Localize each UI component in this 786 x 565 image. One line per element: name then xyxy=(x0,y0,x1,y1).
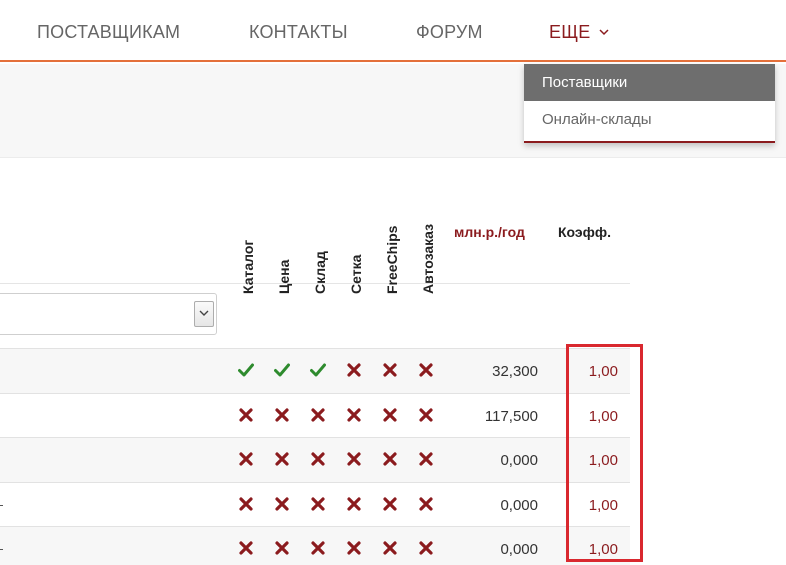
check-icon xyxy=(236,361,256,381)
nav-item-contacts[interactable]: КОНТАКТЫ xyxy=(249,22,348,43)
truncated-text xyxy=(0,549,3,550)
check-icon xyxy=(272,361,292,381)
dropdown-item-online-warehouses[interactable]: Онлайн-склады xyxy=(524,101,775,139)
cross-icon xyxy=(416,539,436,559)
filter-select[interactable] xyxy=(0,293,217,335)
cross-icon xyxy=(272,406,292,426)
nav-more-label: ЕЩЕ xyxy=(549,22,591,42)
volume-value: 0,000 xyxy=(500,496,538,514)
filter-row xyxy=(0,284,630,348)
chevron-down-icon xyxy=(598,25,609,39)
select-toggle-button[interactable] xyxy=(194,301,214,327)
cross-icon xyxy=(308,539,328,559)
check-icon xyxy=(308,361,328,381)
cross-icon xyxy=(308,495,328,515)
table-row[interactable]: 0,000 1,00 xyxy=(0,481,630,527)
cross-icon xyxy=(344,406,364,426)
chevron-down-icon xyxy=(199,310,209,316)
header-volume[interactable]: млн.р./год xyxy=(454,224,525,240)
cross-icon xyxy=(272,495,292,515)
cross-icon xyxy=(344,450,364,470)
cross-icon xyxy=(308,406,328,426)
cross-icon xyxy=(416,361,436,381)
cross-icon xyxy=(236,450,256,470)
table-body: 32,300 1,00 117,500 1,00 0,000 1,00 0,000 1,00 0… xyxy=(0,348,630,565)
header-coefficient[interactable]: Коэфф. xyxy=(558,224,611,240)
cross-icon xyxy=(416,406,436,426)
table-row[interactable]: 0,000 1,00 xyxy=(0,437,630,482)
more-dropdown-menu: Поставщики Онлайн-склады xyxy=(524,64,775,143)
cross-icon xyxy=(272,539,292,559)
top-navigation: ПОСТАВЩИКАМ КОНТАКТЫ ФОРУМ ЕЩЕ xyxy=(0,0,786,62)
cross-icon xyxy=(380,539,400,559)
cross-icon xyxy=(272,450,292,470)
table-header: Каталог Цена Склад Сетка FreeChips Автоз… xyxy=(0,160,630,294)
cross-icon xyxy=(344,361,364,381)
volume-value: 0,000 xyxy=(500,541,538,558)
cross-icon xyxy=(380,495,400,515)
cross-icon xyxy=(380,361,400,381)
cross-icon xyxy=(380,406,400,426)
cross-icon xyxy=(236,495,256,515)
cross-icon xyxy=(308,450,328,470)
dropdown-item-suppliers[interactable]: Поставщики xyxy=(524,64,775,101)
table-row[interactable]: 117,500 1,00 xyxy=(0,392,630,438)
volume-value: 32,300 xyxy=(492,363,538,380)
cross-icon xyxy=(416,495,436,515)
nav-item-forum[interactable]: ФОРУМ xyxy=(416,22,483,43)
volume-value: 0,000 xyxy=(500,452,538,469)
cross-icon xyxy=(344,495,364,515)
volume-value: 117,500 xyxy=(484,407,538,425)
truncated-text xyxy=(0,504,3,506)
coefficient-highlight-box xyxy=(566,344,643,562)
cross-icon xyxy=(236,539,256,559)
nav-item-more[interactable]: ЕЩЕ xyxy=(549,22,609,43)
cross-icon xyxy=(236,406,256,426)
cross-icon xyxy=(380,450,400,470)
table-row[interactable]: 0,000 1,00 xyxy=(0,526,630,565)
cross-icon xyxy=(416,450,436,470)
table-row[interactable]: 32,300 1,00 xyxy=(0,348,630,393)
cross-icon xyxy=(344,539,364,559)
nav-item-suppliers[interactable]: ПОСТАВЩИКАМ xyxy=(37,22,180,43)
